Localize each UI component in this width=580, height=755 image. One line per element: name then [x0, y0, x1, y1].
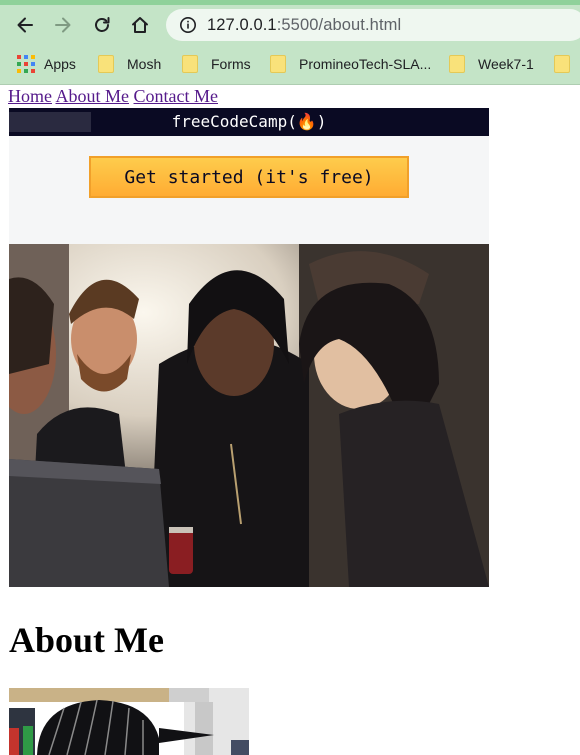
site-nav: Home About Me Contact Me — [8, 86, 580, 107]
bookmarks-bar: Apps Mosh Forms PromineoTech-SLA... Week… — [0, 44, 580, 85]
forward-button[interactable] — [48, 10, 78, 40]
bookmark-label: Forms — [211, 56, 251, 72]
bookmark-forms[interactable]: Forms — [182, 44, 251, 84]
home-icon — [132, 17, 148, 33]
browser-toolbar: 127.0.0.1:5500/about.html — [0, 5, 580, 44]
reload-icon — [95, 17, 110, 32]
profile-image — [9, 688, 249, 755]
bookmark-overflow[interactable] — [554, 44, 580, 84]
nav-link-home[interactable]: Home — [8, 86, 52, 106]
page-content: Home About Me Contact Me freeCodeCamp(🔥)… — [8, 86, 580, 755]
bookmark-mosh[interactable]: Mosh — [98, 44, 161, 84]
bookmark-label: Week7-1 — [478, 56, 534, 72]
bookmark-promineotech[interactable]: PromineoTech-SLA... — [270, 44, 431, 84]
address-bar[interactable]: 127.0.0.1:5500/about.html — [166, 9, 580, 41]
get-started-button: Get started (it's free) — [89, 156, 409, 198]
page-title: About Me — [9, 620, 164, 660]
nav-link-contact[interactable]: Contact Me — [134, 86, 218, 106]
url-host: 127.0.0.1 — [207, 15, 277, 34]
group-photo — [9, 244, 489, 587]
bookmark-label: Mosh — [127, 56, 162, 72]
nav-link-about[interactable]: About Me — [56, 86, 130, 106]
url-path: :5500/about.html — [276, 15, 402, 34]
home-button[interactable] — [125, 10, 155, 40]
fcc-top-bar: freeCodeCamp(🔥) — [9, 108, 489, 136]
apps-grid-icon — [17, 55, 35, 73]
reload-button[interactable] — [87, 10, 117, 40]
url-text: 127.0.0.1:5500/about.html — [207, 16, 401, 35]
folder-icon — [449, 55, 465, 73]
fcc-logo: freeCodeCamp(🔥) — [171, 112, 327, 131]
bookmark-apps[interactable]: Apps — [17, 44, 76, 84]
back-arrow-icon — [17, 17, 33, 33]
bookmark-label: Apps — [44, 56, 76, 72]
info-icon[interactable] — [179, 16, 197, 34]
folder-icon — [554, 55, 570, 73]
bookmark-week7-1[interactable]: Week7-1 — [449, 44, 534, 84]
folder-icon — [98, 55, 114, 73]
forward-arrow-icon — [55, 17, 71, 33]
freecodecamp-banner-image: freeCodeCamp(🔥) Get started (it's free) — [9, 108, 489, 587]
back-button[interactable] — [10, 10, 40, 40]
bookmark-label: PromineoTech-SLA... — [299, 56, 432, 72]
folder-icon — [270, 55, 286, 73]
folder-icon — [182, 55, 198, 73]
